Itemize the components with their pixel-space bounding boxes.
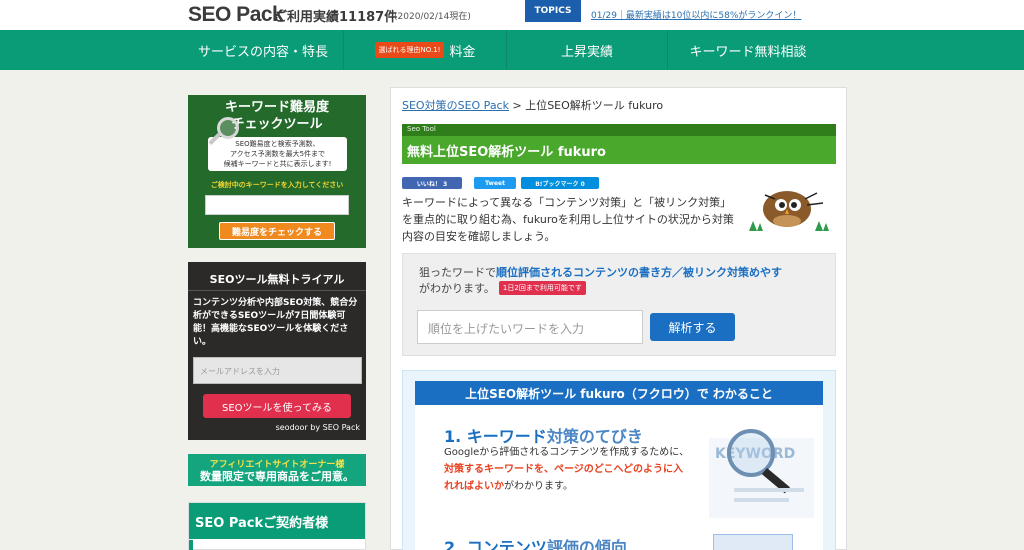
search-explanation-line2: がわかります。 1日2回まで利用可能です xyxy=(419,280,586,296)
target-keyword-input[interactable]: 順位を上げたいワードを入力 xyxy=(417,310,643,344)
page-title-category: Seo Tool xyxy=(407,125,436,133)
usage-record: ご利用実績11187件 xyxy=(274,10,398,25)
features-heading: 上位SEO解析ツール fukuro（フクロウ）で わかること xyxy=(415,381,823,405)
feature-2-number: 2. xyxy=(444,538,462,550)
topics-badge: TOPICS xyxy=(525,0,581,22)
nav-item-pricing[interactable]: 選ばれる理由NO.1! 料金 xyxy=(344,30,506,70)
affiliate-banner[interactable]: アフィリエイトサイトオーナー様 数量限定で専用商品をご用意。 xyxy=(188,454,366,486)
feature-2-emphasis: コンテンツ xyxy=(466,538,547,550)
site-header: SEO Pack ご利用実績11187件 (2020/02/14現在) TOPI… xyxy=(0,0,1024,30)
keyword-tool-title-line: チェックツール xyxy=(231,117,323,132)
owl-mascot-icon xyxy=(749,191,829,231)
trial-description: コンテンツ分析や内部SEO対策、競合分析ができるSEOツールが7日間体験可能！高… xyxy=(193,298,358,347)
contract-title: SEO Packご契約者様 xyxy=(189,503,365,539)
search-explanation-pre: 狙ったワードで xyxy=(419,266,496,279)
nav-item-consult[interactable]: キーワード無料相談 xyxy=(668,30,828,70)
breadcrumb: SEO対策のSEO Pack > 上位SEO解析ツール fukuro xyxy=(402,97,663,113)
nav-item-label: 料金 xyxy=(449,44,476,60)
nav-item-label: キーワード無料相談 xyxy=(689,44,807,60)
breadcrumb-separator: > xyxy=(512,99,522,112)
usage-limit-badge: 1日2回まで利用可能です xyxy=(498,281,586,295)
nav-item-label: 上昇実績 xyxy=(560,44,613,60)
search-explanation: 狙ったワードで順位評価されるコンテンツの書き方／被リンク対策めやす xyxy=(419,264,782,280)
keyword-tool-desc-line: 候補キーワードと共に表示します! xyxy=(223,160,332,168)
main-content: SEO対策のSEO Pack > 上位SEO解析ツール fukuro Seo T… xyxy=(390,87,847,550)
feature-1-text-a: Googleから評価されるコンテンツを作成するために、 xyxy=(444,447,689,458)
hatena-bookmark-button[interactable]: B!ブックマーク 0 xyxy=(521,177,599,189)
feature-2-title: 2. コンテンツ評価の傾向 xyxy=(444,534,627,550)
trial-title: SEOツール無料トライアル xyxy=(209,273,345,286)
keyword-magnifier-icon: KEYWORD xyxy=(709,429,814,518)
feature-1-text-b: がわかります。 xyxy=(504,481,573,492)
trial-credit: seodoor by SEO Pack xyxy=(275,423,360,432)
analyze-button[interactable]: 解析する xyxy=(650,313,735,341)
tweet-button[interactable]: Tweet xyxy=(474,177,516,189)
main-nav: サービスの内容・特長 選ばれる理由NO.1! 料金 上昇実績 キーワード無料相談 xyxy=(0,30,1024,70)
check-difficulty-button[interactable]: 難易度をチェックする xyxy=(219,222,335,240)
keyword-tool-prompt: ご検討中のキーワードを入力してください xyxy=(210,181,344,189)
keyword-tool-title-line: キーワード難易度 xyxy=(224,100,329,115)
divider xyxy=(188,290,366,291)
fukuro-search-box: 狙ったワードで順位評価されるコンテンツの書き方／被リンク対策めやす がわかります… xyxy=(402,253,836,356)
keyword-difficulty-widget: キーワード難易度 チェックツール SEO難易度と検索予測数、 アクセス予測数を最… xyxy=(188,95,366,248)
intro-text: キーワードによって異なる「コンテンツ対策」と「被リンク対策」を重点的に取り組む為… xyxy=(402,196,734,243)
breadcrumb-current: 上位SEO解析ツール fukuro xyxy=(525,99,664,112)
breadcrumb-home-link[interactable]: SEO対策のSEO Pack xyxy=(402,99,509,112)
keyword-tool-title: キーワード難易度 チェックツール xyxy=(188,99,366,133)
try-seo-tool-button[interactable]: SEOツールを使ってみる xyxy=(203,394,351,418)
topics-link[interactable]: 01/29｜最新実績は10位以内に58%がランクイン！ xyxy=(591,8,801,21)
keyword-tool-description: SEO難易度と検索予測数、 アクセス予測数を最大5件まで 候補キーワードと共に表… xyxy=(208,137,347,171)
site-logo[interactable]: SEO Pack xyxy=(188,3,284,27)
keyword-tool-desc-line: アクセス予測数を最大5件まで xyxy=(229,150,326,158)
affiliate-title: 数量限定で専用商品をご用意。 xyxy=(200,470,354,483)
keyword-tool-desc-line: SEO難易度と検索予測数、 xyxy=(235,140,320,148)
content-analysis-screenshot xyxy=(713,534,793,550)
seo-tool-trial-widget: SEOツール無料トライアル コンテンツ分析や内部SEO対策、競合分析ができるSE… xyxy=(188,262,366,440)
page-title: 無料上位SEO解析ツール fukuro xyxy=(407,145,606,160)
contract-accent xyxy=(189,540,193,550)
facebook-like-button[interactable]: いいね！ 3 xyxy=(402,177,462,189)
nav-item-service[interactable]: サービスの内容・特長 xyxy=(183,30,343,70)
usage-record-date: (2020/02/14現在) xyxy=(394,12,471,22)
trial-email-input[interactable]: メールアドレスを入力 xyxy=(193,357,362,384)
feature-2-rest: 評価の傾向 xyxy=(546,538,627,550)
nav-reason-badge: 選ばれる理由NO.1! xyxy=(374,42,445,58)
nav-item-results[interactable]: 上昇実績 xyxy=(507,30,667,70)
keyword-difficulty-input[interactable] xyxy=(205,195,349,215)
contract-customer-box: SEO Packご契約者様 xyxy=(188,502,366,550)
feature-1-text: Googleから評価されるコンテンツを作成するために、対策するキーワードを、ペー… xyxy=(444,444,689,495)
search-explanation-end: がわかります。 xyxy=(419,282,495,295)
nav-item-label: サービスの内容・特長 xyxy=(197,44,328,60)
search-explanation-emphasis: 順位評価されるコンテンツの書き方／被リンク対策めやす xyxy=(496,266,782,279)
